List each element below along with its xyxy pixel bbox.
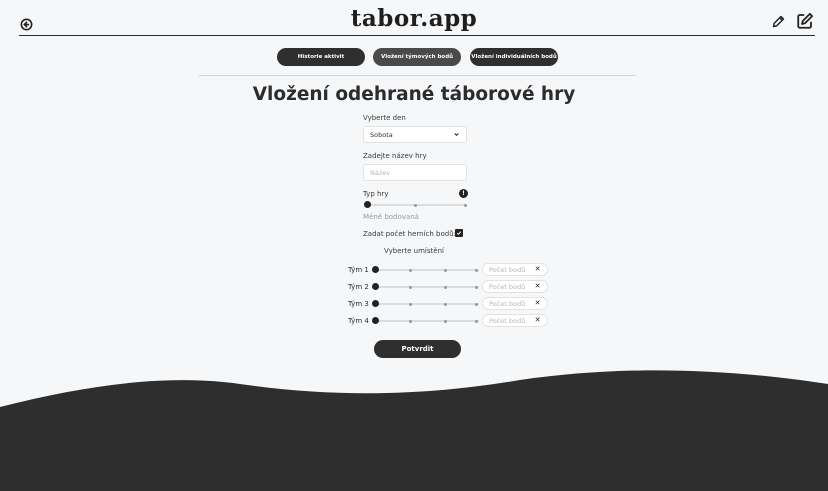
- team-points-placeholder: Počet bodů: [489, 316, 526, 325]
- info-icon[interactable]: !: [459, 189, 468, 198]
- slider-step: [414, 203, 417, 207]
- team-points-placeholder: Počet bodů: [489, 299, 526, 308]
- team-placement-slider[interactable]: [372, 300, 479, 308]
- slider-step: [444, 319, 447, 323]
- slider-knob[interactable]: [364, 201, 371, 208]
- team-placement-slider[interactable]: [372, 266, 479, 274]
- slider-knob[interactable]: [372, 283, 379, 290]
- slider-step: [409, 268, 412, 272]
- slider-knob[interactable]: [372, 300, 379, 307]
- clear-icon[interactable]: ✕: [534, 283, 541, 290]
- nav-divider: [199, 75, 636, 76]
- slider-step: [475, 268, 478, 272]
- tab-team-points[interactable]: Vložení týmových bodů: [373, 48, 461, 66]
- team-points-input[interactable]: Počet bodů ✕: [482, 314, 548, 327]
- clear-icon[interactable]: ✕: [534, 300, 541, 307]
- team-name: Tým 1: [348, 266, 369, 274]
- confirm-button[interactable]: Potvrdit: [374, 340, 461, 358]
- chevron-down-icon: [454, 133, 459, 136]
- team-placement-slider[interactable]: [372, 317, 479, 325]
- team-name: Tým 2: [348, 283, 369, 291]
- slider-step: [464, 203, 467, 207]
- team-points-input[interactable]: Počet bodů ✕: [482, 297, 548, 310]
- slider-step: [444, 285, 447, 289]
- slider-track: [373, 320, 479, 322]
- tab-activity-history[interactable]: Historie aktivit: [277, 48, 365, 66]
- game-type-slider[interactable]: [364, 201, 467, 209]
- team-name: Tým 4: [348, 317, 369, 325]
- slider-step: [409, 285, 412, 289]
- slider-knob[interactable]: [372, 266, 379, 273]
- header-divider: [19, 35, 815, 36]
- team-points-placeholder: Počet bodů: [489, 265, 526, 274]
- game-name-label: Zadejte název hry: [363, 152, 427, 160]
- team-points-input[interactable]: Počet bodů ✕: [482, 263, 548, 276]
- checkmark-icon: [456, 231, 462, 236]
- team-points-placeholder: Počet bodů: [489, 282, 526, 291]
- slider-track: [373, 286, 479, 288]
- game-type-label: Typ hry: [363, 190, 389, 198]
- slider-track: [373, 303, 479, 305]
- slider-step: [409, 302, 412, 306]
- page-title: Vložení odehrané táborové hry: [252, 84, 576, 105]
- day-label: Vyberte den: [363, 114, 406, 122]
- clear-icon[interactable]: ✕: [534, 266, 541, 273]
- points-checkbox-label: Zadat počet herních bodů:: [363, 230, 456, 238]
- day-select[interactable]: Sobota: [363, 126, 467, 143]
- edit-square-icon[interactable]: [796, 12, 814, 30]
- pencil-icon[interactable]: [771, 14, 786, 29]
- placement-label: Vyberte umístění: [384, 247, 444, 255]
- slider-step: [475, 302, 478, 306]
- team-placement-slider[interactable]: [372, 283, 479, 291]
- slider-step: [475, 319, 478, 323]
- slider-step: [475, 285, 478, 289]
- slider-knob[interactable]: [372, 317, 379, 324]
- game-name-input[interactable]: Název: [363, 164, 467, 181]
- day-select-value: Sobota: [370, 130, 393, 139]
- header: tabor.app: [0, 0, 828, 40]
- team-points-input[interactable]: Počet bodů ✕: [482, 280, 548, 293]
- slider-step: [444, 302, 447, 306]
- footer-wave: [0, 370, 828, 491]
- team-name: Tým 3: [348, 300, 369, 308]
- tab-individual-points[interactable]: Vložení individuálních bodů: [470, 48, 558, 66]
- game-type-value: Méně bodovaná: [363, 213, 419, 221]
- slider-step: [409, 319, 412, 323]
- app-logo[interactable]: tabor.app: [0, 5, 828, 32]
- slider-step: [444, 268, 447, 272]
- slider-track: [373, 269, 479, 271]
- clear-icon[interactable]: ✕: [534, 317, 541, 324]
- points-checkbox[interactable]: [455, 229, 463, 237]
- nav-tabs: Historie aktivit Vložení týmových bodů V…: [0, 48, 828, 66]
